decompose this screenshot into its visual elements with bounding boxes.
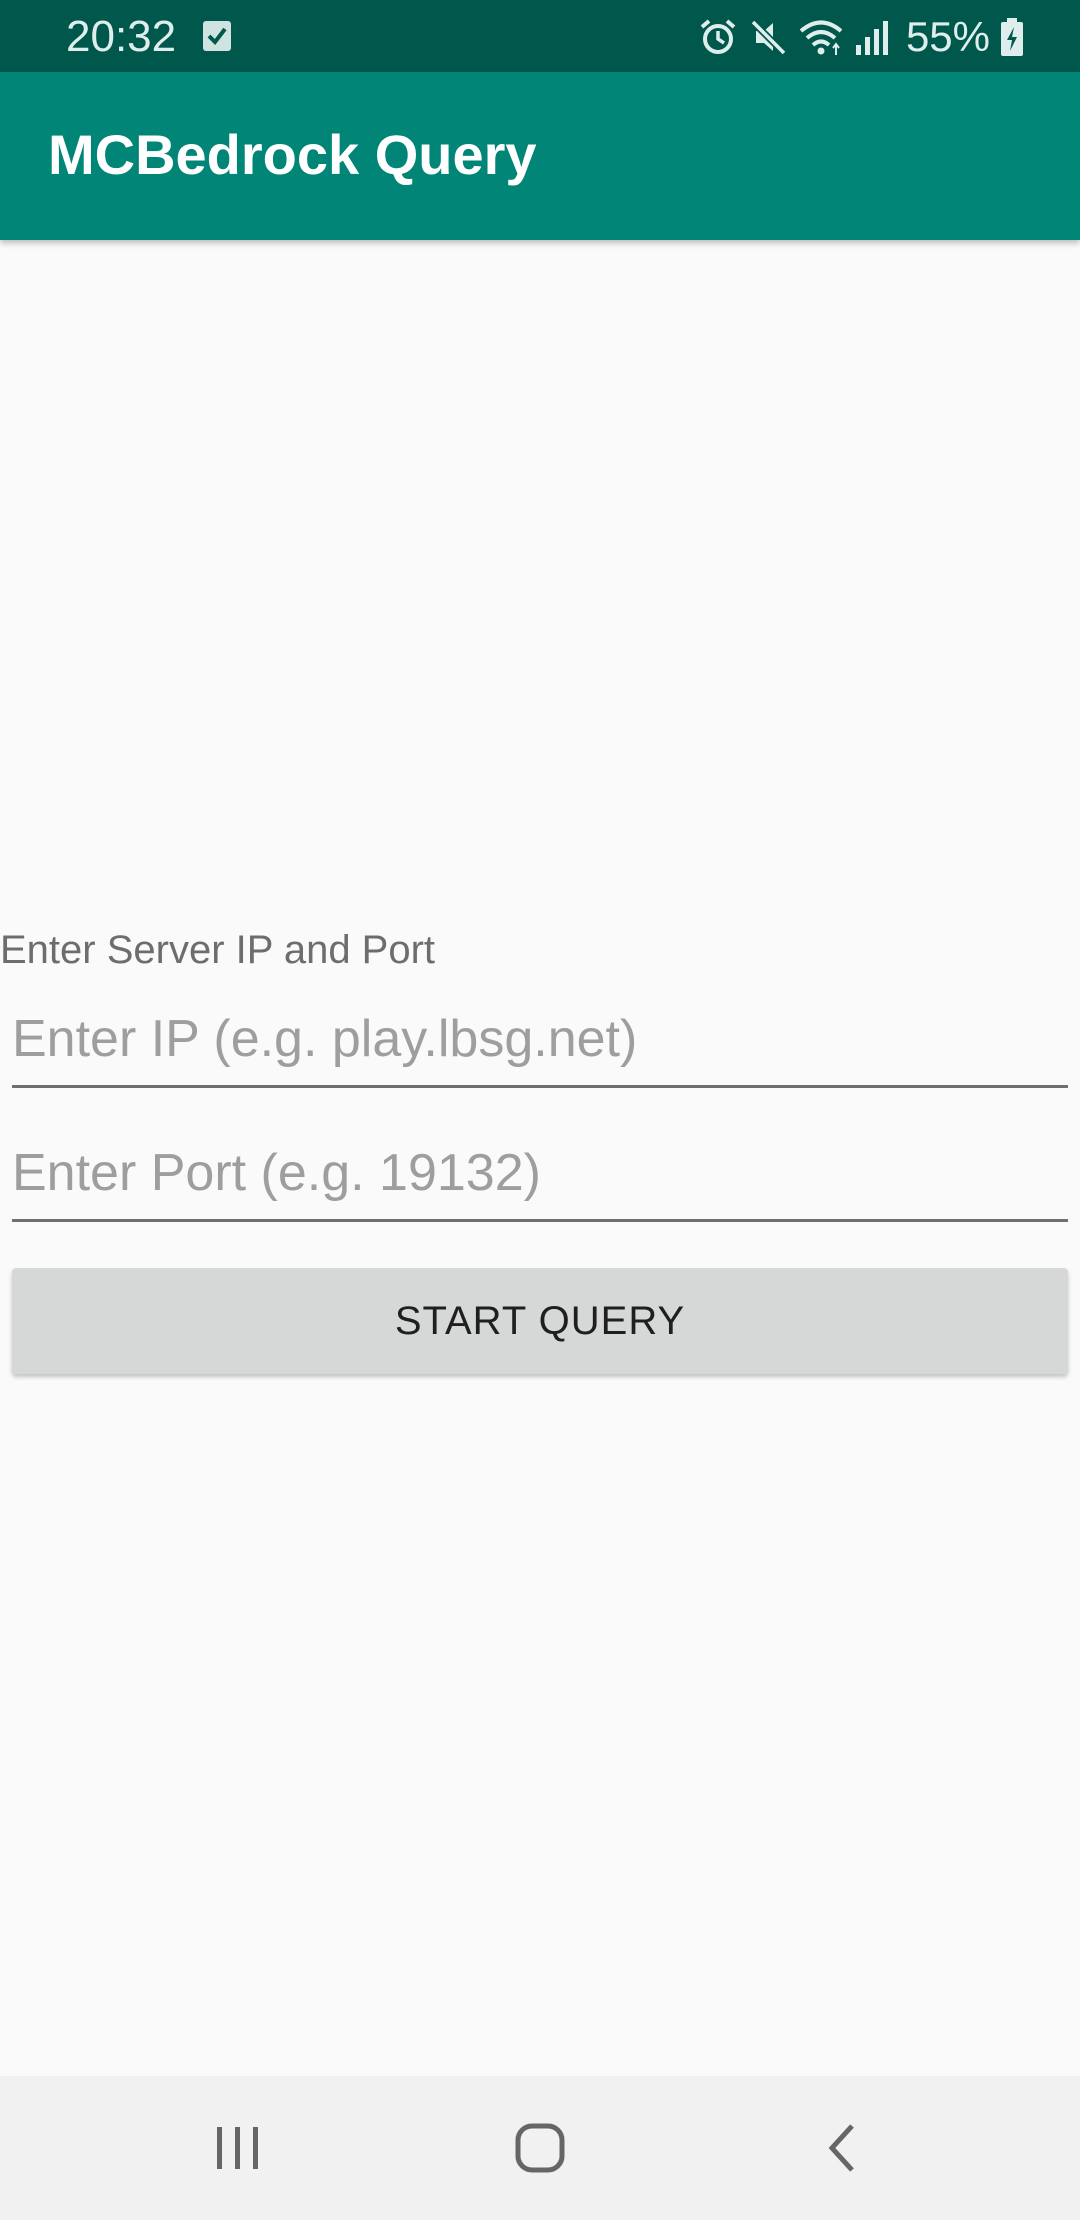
back-button[interactable]: [782, 2110, 902, 2190]
ip-input[interactable]: [12, 992, 1068, 1088]
status-bar: 20:32 55%: [0, 0, 1080, 72]
navigation-bar: [0, 2076, 1080, 2220]
mute-icon: [748, 17, 788, 57]
checkbox-notification-icon: [202, 18, 232, 52]
alarm-icon: [698, 17, 738, 57]
app-bar: MCBedrock Query: [0, 72, 1080, 240]
status-time: 20:32: [66, 12, 177, 61]
server-form-label: Enter Server IP and Port: [0, 928, 436, 972]
start-query-button[interactable]: START QUERY: [12, 1268, 1068, 1374]
recents-icon: [213, 2123, 263, 2178]
status-icons: 55%: [698, 12, 1024, 62]
recents-button[interactable]: [178, 2110, 298, 2190]
home-button[interactable]: [480, 2110, 600, 2190]
battery-percent: 55%: [905, 13, 990, 60]
wifi-icon: [798, 17, 844, 57]
home-icon: [514, 2122, 566, 2179]
app-title: MCBedrock Query: [48, 123, 537, 186]
battery-charging-icon: [1000, 17, 1024, 57]
signal-icon: [854, 17, 890, 57]
port-input[interactable]: [12, 1126, 1068, 1222]
back-icon: [822, 2122, 862, 2179]
